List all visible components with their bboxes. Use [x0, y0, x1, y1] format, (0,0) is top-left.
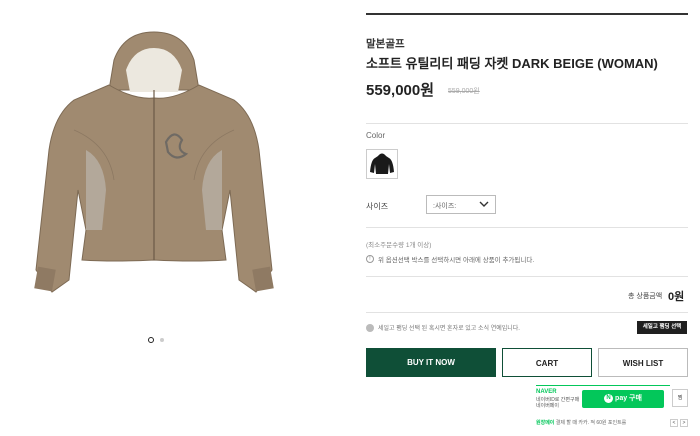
naver-pay-points: 원장메이 결제 할 때 카카. 적 60원 포인트를 [536, 419, 688, 426]
color-label: Color [366, 131, 386, 140]
naver-pay-nav: < > [670, 419, 688, 427]
size-select-value: :사이즈: [433, 203, 457, 210]
naver-pay-points-strong: 원장메이 [536, 420, 555, 426]
next-arrow-icon[interactable]: > [680, 419, 688, 427]
divider [366, 276, 688, 277]
payment-note-text: 세일고 팸딩 선택 된 혹시면 혼자로 있고 소식 연예입니다. [378, 326, 520, 332]
brand-name[interactable]: 말본골프 [366, 36, 405, 51]
size-select[interactable]: :사이즈: [426, 195, 496, 214]
prev-arrow-icon[interactable]: < [670, 419, 678, 427]
naver-n-icon: N [604, 393, 614, 403]
naver-logo: NAVER [536, 389, 557, 395]
divider [366, 227, 688, 228]
notice-icon [366, 323, 374, 332]
option-notice: ! 위 옵션선택 박스를 선택하시면 아래에 상품이 추가됩니다. [366, 254, 534, 264]
naver-pay-box: NAVER 네이버ID로 간편구매 네이버페이 Npay 구매 [536, 385, 670, 415]
naver-pay-points-text: 결제 할 때 카카. 적 60원 포인트를 [555, 420, 627, 426]
product-gallery [0, 0, 330, 436]
total-value: 0원 [668, 291, 685, 303]
divider [366, 312, 688, 313]
original-price: 559,000원 [448, 88, 480, 95]
divider [366, 123, 688, 124]
option-notice-text: 위 옵션선택 박스를 선택하시면 아래에 상품이 추가됩니다. [378, 257, 535, 264]
buy-now-button[interactable]: BUY IT NOW [366, 348, 496, 377]
add-to-cart-button[interactable]: CART [502, 348, 592, 377]
naver-pay-button[interactable]: Npay 구매 [582, 390, 664, 408]
chevron-down-icon [479, 201, 489, 207]
product-title: 소프트 유틸리티 패딩 자켓 DARK BEIGE (WOMAN) [366, 56, 658, 71]
top-divider [366, 13, 688, 15]
payment-note: 세일고 팸딩 선택 된 혹시면 혼자로 있고 소식 연예입니다. [366, 323, 520, 332]
wishlist-button[interactable]: WISH LIST [598, 348, 688, 377]
jacket-image[interactable] [14, 30, 299, 298]
naver-wish-button[interactable]: 찜 [672, 389, 688, 407]
color-swatch[interactable] [366, 149, 398, 179]
pagination-dot-active[interactable] [148, 337, 154, 343]
jacket-thumbnail-icon [370, 153, 394, 174]
sale-badge-button[interactable]: 세일고 팸딩 선택 [637, 321, 687, 334]
naver-pay-widget: NAVER 네이버ID로 간편구매 네이버페이 Npay 구매 찜 원장메이 결… [536, 385, 688, 429]
naver-pay-button-label: pay 구매 [615, 395, 642, 402]
product-info: 말본골프 소프트 유틸리티 패딩 자켓 DARK BEIGE (WOMAN) 5… [366, 0, 688, 436]
info-icon: ! [366, 255, 374, 263]
naver-pay-description: 네이버ID로 간편구매 네이버페이 [536, 397, 580, 409]
min-quantity-note: (최소주문수량 1개 이상) [366, 242, 432, 249]
size-label: 사이즈 [366, 202, 389, 211]
total-label: 총 상품금액 [628, 293, 663, 300]
product-price: 559,000원 [366, 82, 435, 99]
gallery-pagination[interactable] [148, 337, 164, 343]
pagination-dot[interactable] [160, 338, 164, 342]
